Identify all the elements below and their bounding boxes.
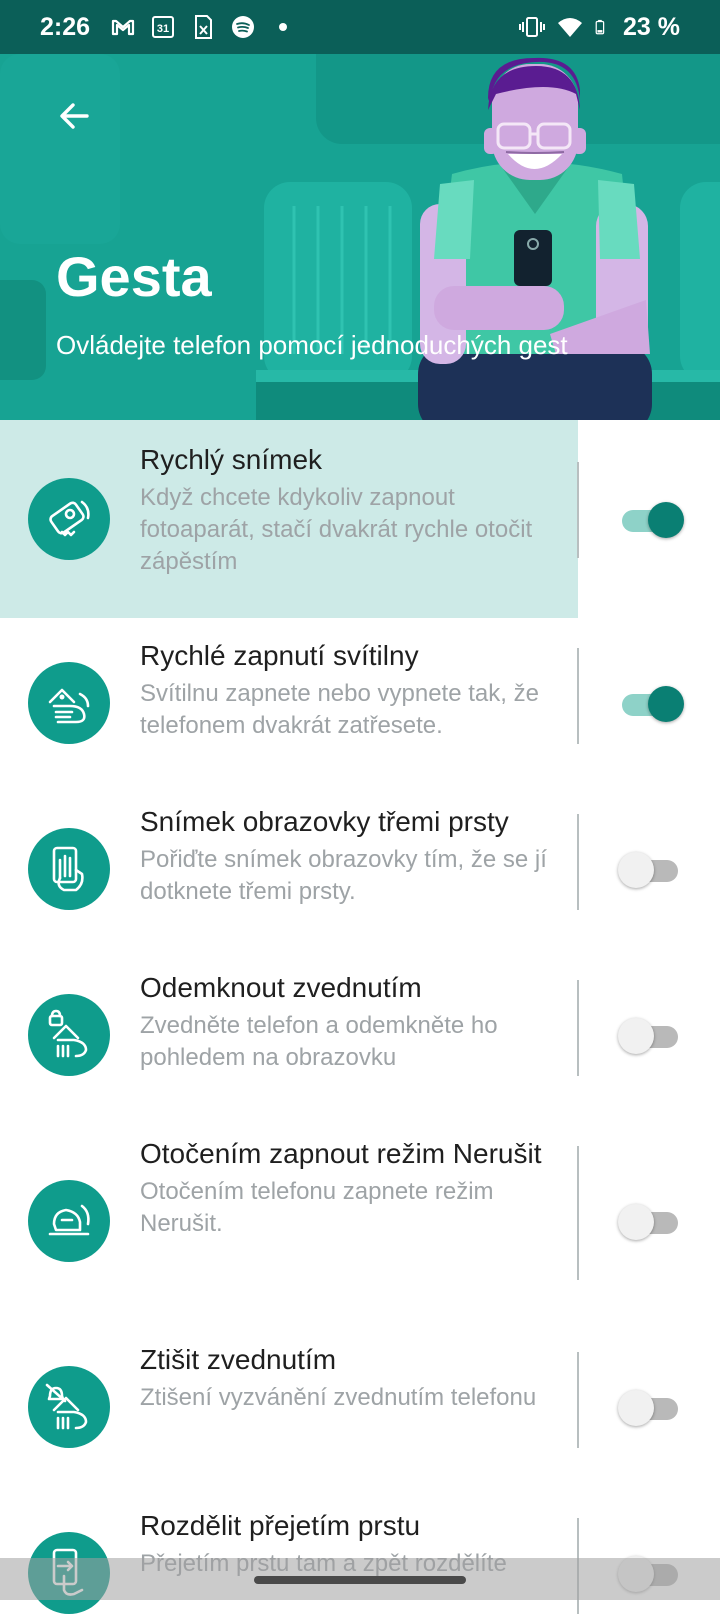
- item-text: Ztišit zvednutím Ztišení vyzvánění zvedn…: [140, 1342, 560, 1414]
- list-item-flashlight[interactable]: Rychlé zapnutí svítilny Svítilnu zapnete…: [0, 618, 720, 784]
- divider: [577, 1146, 579, 1280]
- item-text: Rychlý snímek Když chcete kdykoliv zapno…: [140, 442, 560, 578]
- divider: [577, 814, 579, 910]
- divider: [577, 980, 579, 1076]
- item-description: Zvedněte telefon a odemkněte ho pohledem…: [140, 1012, 498, 1071]
- three-finger-icon: [28, 828, 110, 910]
- toggle-thumb: [648, 686, 684, 722]
- toggle-thumb: [618, 1390, 654, 1426]
- divider: [577, 462, 579, 558]
- flashlight-chop-icon: [28, 662, 110, 744]
- system-indicators: 23 %: [519, 13, 680, 42]
- back-button[interactable]: [48, 90, 100, 142]
- list-item-lift-unlock[interactable]: Odemknout zvednutím Zvedněte telefon a o…: [0, 950, 720, 1116]
- toggle-thumb: [618, 1018, 654, 1054]
- gesture-navigation-handle[interactable]: [254, 1576, 466, 1584]
- toggle-lift-silence[interactable]: [618, 1388, 684, 1428]
- divider: [577, 1352, 579, 1448]
- item-text: Odemknout zvednutím Zvedněte telefon a o…: [140, 970, 560, 1074]
- toggle-quick-capture[interactable]: [618, 500, 684, 540]
- item-text: Otočením zapnout režim Nerušit Otočením …: [140, 1136, 560, 1240]
- lift-unlock-icon: [28, 994, 110, 1076]
- item-text: Rychlé zapnutí svítilny Svítilnu zapnete…: [140, 638, 560, 742]
- item-description: Svítilnu zapnete nebo vypnete tak, že te…: [140, 680, 539, 739]
- dot-icon: [279, 23, 288, 31]
- notification-icons: 31: [110, 14, 296, 40]
- page-subtitle: Ovládejte telefon pomocí jednoduchých ge…: [56, 330, 568, 360]
- status-time: 2:26: [40, 12, 91, 41]
- list-item-three-finger-screenshot[interactable]: Snímek obrazovky třemi prsty Pořiďte sní…: [0, 784, 720, 950]
- item-title: Otočením zapnout režim Nerušit: [140, 1138, 542, 1169]
- item-description: Když chcete kdykoliv zapnout fotoaparát,…: [140, 484, 533, 575]
- sheet-icon: [195, 15, 213, 39]
- toggle-thumb: [648, 502, 684, 538]
- toggle-three-finger-screenshot[interactable]: [618, 850, 684, 890]
- list-item-quick-capture[interactable]: Rychlý snímek Když chcete kdykoliv zapno…: [0, 420, 720, 618]
- divider: [577, 648, 579, 744]
- item-title: Rychlé zapnutí svítilny: [140, 640, 419, 671]
- header-banner: Gesta Ovládejte telefon pomocí jednoduch…: [0, 54, 720, 420]
- spotify-icon: [232, 16, 255, 38]
- item-title: Rozdělit přejetím prstu: [140, 1510, 421, 1541]
- status-bar: 2:26 31 23 %: [0, 0, 720, 54]
- list-item-lift-silence[interactable]: Ztišit zvednutím Ztišení vyzvánění zvedn…: [0, 1322, 720, 1488]
- item-title: Ztišit zvednutím: [140, 1344, 337, 1375]
- toggle-flashlight[interactable]: [618, 684, 684, 724]
- item-title: Rychlý snímek: [140, 444, 323, 475]
- battery-percent: 23 %: [623, 12, 680, 41]
- calendar-icon: 31: [152, 16, 175, 38]
- item-description: Ztišení vyzvánění zvednutím telefonu: [140, 1384, 537, 1411]
- calendar-day: 31: [157, 23, 169, 35]
- arrow-back-icon: [60, 103, 89, 129]
- item-text: Snímek obrazovky třemi prsty Pořiďte sní…: [140, 804, 560, 908]
- camera-twist-icon: [28, 478, 110, 560]
- item-description: Otočením telefonu zapnete režim Nerušit.: [140, 1178, 494, 1237]
- page-title: Gesta: [56, 245, 212, 308]
- item-description: Pořiďte snímek obrazovky tím, že se jí d…: [140, 846, 547, 905]
- toggle-thumb: [618, 1204, 654, 1240]
- item-title: Snímek obrazovky třemi prsty: [140, 806, 509, 837]
- list-item-flip-dnd[interactable]: Otočením zapnout režim Nerušit Otočením …: [0, 1116, 720, 1322]
- wifi-icon: [558, 18, 583, 37]
- toggle-lift-unlock[interactable]: [618, 1016, 684, 1056]
- vibrate-icon: [519, 17, 546, 37]
- toggle-thumb: [618, 852, 654, 888]
- gmail-icon: [111, 19, 135, 36]
- battery-icon: [595, 19, 605, 35]
- toggle-flip-dnd[interactable]: [618, 1202, 684, 1242]
- header-illustration: [418, 57, 652, 420]
- flip-dnd-icon: [28, 1180, 110, 1262]
- item-title: Odemknout zvednutím: [140, 972, 422, 1003]
- lift-silence-icon: [28, 1366, 110, 1448]
